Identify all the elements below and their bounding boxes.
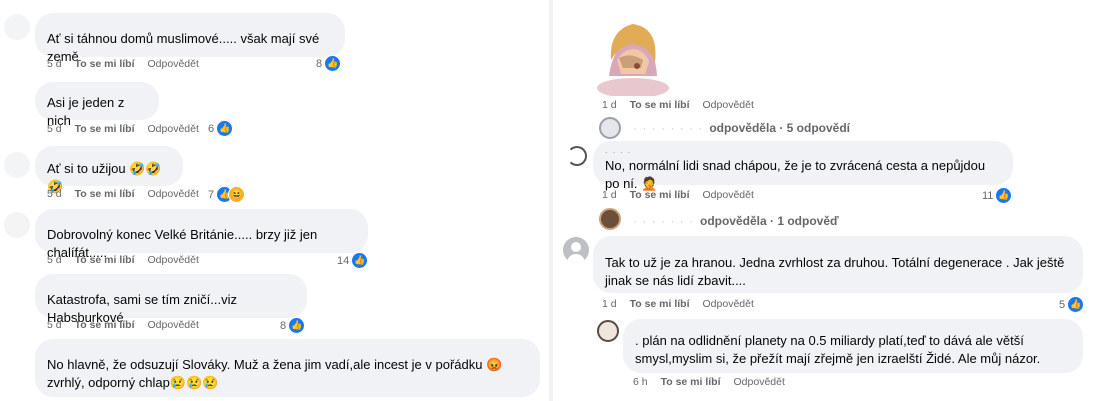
- comment-bubble: Ať si táhnou domů muslimové..... však ma…: [35, 13, 345, 64]
- comment-bubble: . plán na odlidnění planety na 0.5 milia…: [623, 319, 1083, 373]
- reply-button[interactable]: Odpovědět: [703, 298, 754, 310]
- comment-bubble: No hlavně, že odsuzují Slováky. Muž a že…: [35, 339, 540, 397]
- reaction-count[interactable]: 8 👍: [280, 317, 306, 334]
- reply-button[interactable]: Odpovědět: [148, 58, 199, 70]
- comment-bubble: Katastrofa, sami se tím zničí...viz Habs…: [35, 274, 307, 325]
- replies-label: odpověděla · 5 odpovědí: [709, 121, 850, 135]
- like-button[interactable]: To se mi líbí: [75, 58, 135, 70]
- avatar: [4, 212, 30, 238]
- thumbs-up-icon: 👍: [1067, 296, 1085, 313]
- reaction-count-value: 8: [280, 319, 287, 332]
- comment-bubble: Asi je jeden z nich: [35, 82, 159, 128]
- comment-actions: 5 d To se mi líbí Odpovědět: [47, 254, 199, 266]
- reaction-count[interactable]: 14 👍: [337, 252, 369, 269]
- reaction-count[interactable]: 7 👍 😆: [208, 186, 246, 203]
- thumbs-up-icon: 👍: [351, 252, 369, 269]
- like-button[interactable]: To se mi líbí: [630, 189, 690, 201]
- comment-time[interactable]: 5 d: [47, 254, 62, 266]
- comment-actions: 6 h To se mi líbí Odpovědět: [633, 376, 785, 388]
- blurred-name: · · · · · · · ·: [633, 121, 704, 135]
- laughing-face-icon: 😆: [228, 186, 246, 203]
- comment-time[interactable]: 5 d: [47, 188, 62, 200]
- reaction-count-value: 6: [208, 122, 215, 135]
- like-button[interactable]: To se mi líbí: [75, 188, 135, 200]
- comment-time[interactable]: 6 h: [633, 376, 648, 388]
- comment-actions: 5 d To se mi líbí Odpovědět: [47, 123, 199, 135]
- avatar: [599, 208, 621, 230]
- comment-text: No, normální lidi snad chápou, že je to …: [605, 158, 986, 191]
- reaction-count[interactable]: 11 👍: [982, 187, 1013, 204]
- avatar: [4, 152, 30, 178]
- like-button[interactable]: To se mi líbí: [630, 298, 690, 310]
- avatar: [567, 146, 587, 166]
- like-button[interactable]: To se mi líbí: [75, 319, 135, 331]
- right-comments-panel: 1 d To se mi líbí Odpovědět · · · · · · …: [553, 0, 1100, 401]
- comment-actions: 1 d To se mi líbí Odpovědět: [602, 99, 754, 111]
- reply-button[interactable]: Odpovědět: [734, 376, 785, 388]
- reply-button[interactable]: Odpovědět: [148, 123, 199, 135]
- comment-time[interactable]: 1 d: [602, 298, 617, 310]
- thumbs-up-icon: 👍: [995, 187, 1013, 204]
- like-button[interactable]: To se mi líbí: [661, 376, 721, 388]
- reaction-count[interactable]: 8 👍: [316, 55, 342, 72]
- comment-bubble: Ať si to užijou 🤣🤣🤣: [35, 146, 183, 194]
- view-replies-link[interactable]: · · · · · · · odpověděla · 1 odpověď: [633, 214, 839, 228]
- comment-bubble: · · · · No, normální lidi snad chápou, ž…: [593, 141, 1013, 191]
- like-button[interactable]: To se mi líbí: [75, 123, 135, 135]
- thumbs-up-icon: 👍: [216, 120, 234, 137]
- reaction-count-value: 8: [316, 57, 323, 70]
- blurred-name: · · · ·: [605, 147, 632, 157]
- comment-bubble: Tak to už je za hranou. Jedna zvrhlost z…: [593, 236, 1083, 293]
- like-button[interactable]: To se mi líbí: [75, 254, 135, 266]
- sticker-image: [597, 24, 669, 96]
- comment-actions: 1 d To se mi líbí Odpovědět: [602, 298, 754, 310]
- thumbs-up-icon: 👍: [324, 55, 342, 72]
- view-replies-link[interactable]: · · · · · · · · odpověděla · 5 odpovědí: [633, 121, 850, 135]
- comment-time[interactable]: 1 d: [602, 189, 617, 201]
- comment-time[interactable]: 5 d: [47, 319, 62, 331]
- reaction-count-value: 14: [337, 254, 350, 267]
- blurred-name: · · · · · · ·: [633, 214, 694, 228]
- comment-text: No hlavně, že odsuzují Slováky. Muž a že…: [47, 357, 503, 390]
- avatar: [599, 117, 621, 139]
- reaction-count[interactable]: 6 👍: [208, 120, 234, 137]
- reply-button[interactable]: Odpovědět: [703, 189, 754, 201]
- comment-actions: 5 d To se mi líbí Odpovědět: [47, 58, 199, 70]
- comment-text: Tak to už je za hranou. Jedna zvrhlost z…: [605, 255, 1065, 288]
- reply-button[interactable]: Odpovědět: [148, 319, 199, 331]
- comment-time[interactable]: 1 d: [602, 99, 617, 111]
- avatar: [597, 320, 619, 342]
- replies-label: odpověděla · 1 odpověď: [699, 214, 839, 228]
- like-button[interactable]: To se mi líbí: [630, 99, 690, 111]
- avatar: [4, 14, 30, 40]
- avatar: [563, 237, 589, 263]
- reaction-count-value: 5: [1059, 298, 1066, 311]
- comment-actions: 5 d To se mi líbí Odpovědět: [47, 319, 199, 331]
- comment-time[interactable]: 5 d: [47, 123, 62, 135]
- comment-bubble: Dobrovolný konec Velké Británie..... brz…: [35, 209, 368, 260]
- reply-button[interactable]: Odpovědět: [148, 188, 199, 200]
- reaction-count-value: 7: [208, 188, 215, 201]
- thumbs-up-icon: 👍: [288, 317, 306, 334]
- comment-text: . plán na odlidnění planety na 0.5 milia…: [635, 333, 1041, 366]
- reply-button[interactable]: Odpovědět: [703, 99, 754, 111]
- comment-actions: 1 d To se mi líbí Odpovědět: [602, 189, 754, 201]
- reaction-count-value: 11: [982, 189, 994, 202]
- comment-actions: 5 d To se mi líbí Odpovědět: [47, 188, 199, 200]
- reaction-count[interactable]: 5 👍: [1059, 296, 1085, 313]
- left-comments-panel: Ať si táhnou domů muslimové..... však ma…: [0, 0, 548, 401]
- comment-time[interactable]: 5 d: [47, 58, 62, 70]
- reply-button[interactable]: Odpovědět: [148, 254, 199, 266]
